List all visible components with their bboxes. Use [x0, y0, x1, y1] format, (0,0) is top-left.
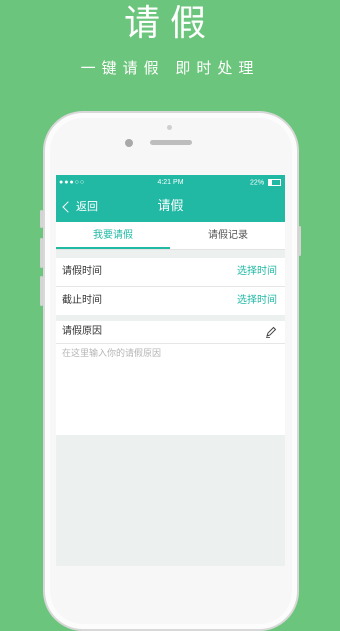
- status-bar: ●●●○○ 4:21 PM 22%: [56, 175, 285, 192]
- start-time-label: 请假时间: [62, 266, 102, 277]
- page-title: 请假: [157, 199, 184, 214]
- end-time-label: 截止时间: [62, 295, 102, 306]
- promo-title: 请假: [123, 3, 216, 44]
- start-time-row[interactable]: 请假时间 选择时间: [56, 258, 285, 286]
- phone-side-button: [40, 210, 43, 228]
- reason-input[interactable]: 在这里输入你的请假原因: [62, 348, 161, 360]
- promo-subtitle: 一键请假 即时处理: [80, 59, 260, 77]
- phone-speaker: [150, 140, 192, 145]
- end-time-select[interactable]: 选择时间: [237, 287, 277, 315]
- reason-section[interactable]: 请假原因 在这里输入你的请假原因: [56, 321, 285, 435]
- divider: [56, 343, 285, 344]
- reason-label: 请假原因: [62, 326, 102, 337]
- battery-icon: [268, 179, 281, 186]
- battery-percent: 22%: [250, 179, 265, 187]
- end-time-row[interactable]: 截止时间 选择时间: [56, 287, 285, 315]
- active-tab-indicator: [56, 247, 170, 249]
- tab-bar: 我要请假 请假记录: [56, 222, 285, 250]
- start-time-select[interactable]: 选择时间: [237, 258, 277, 286]
- pen-icon: [266, 326, 277, 338]
- phone-screen: ●●●○○ 4:21 PM 22% 返回 请假 我要请假 请假记录 请假时间 选…: [56, 175, 285, 566]
- nav-bar: 返回 请假: [56, 192, 285, 222]
- phone-camera: [125, 139, 133, 147]
- app-header: ●●●○○ 4:21 PM 22% 返回 请假: [56, 175, 285, 222]
- tab-apply-leave[interactable]: 我要请假: [56, 222, 170, 249]
- phone-side-button: [40, 238, 43, 268]
- tab-leave-records[interactable]: 请假记录: [171, 222, 285, 249]
- phone-sensor: [167, 125, 172, 130]
- phone-side-button: [40, 276, 43, 306]
- phone-side-button: [298, 226, 301, 256]
- status-right: 22%: [250, 179, 281, 186]
